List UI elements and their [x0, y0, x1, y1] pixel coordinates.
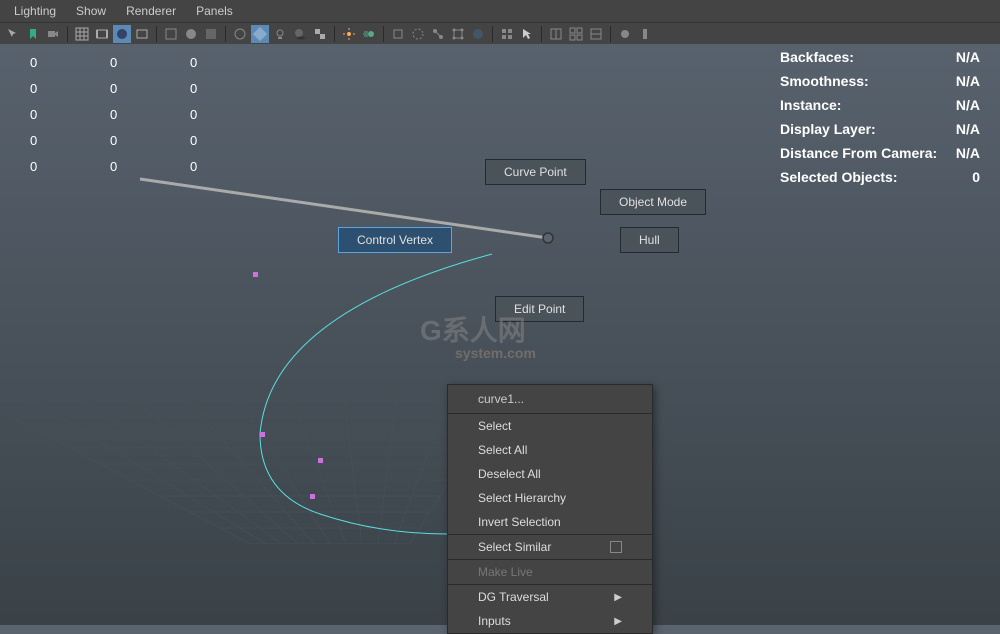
menu-panels[interactable]: Panels — [186, 1, 243, 21]
checker-icon[interactable] — [311, 25, 329, 43]
cell: 0 — [30, 159, 110, 174]
context-dg-traversal[interactable]: DG Traversal▶ — [448, 585, 652, 609]
cell: 0 — [30, 81, 110, 96]
toggle-icon[interactable] — [616, 25, 634, 43]
xray-icon[interactable] — [409, 25, 427, 43]
context-deselect-all[interactable]: Deselect All — [448, 462, 652, 486]
cell: 0 — [30, 107, 110, 122]
info-value: N/A — [940, 97, 980, 121]
info-value: N/A — [940, 145, 980, 169]
depth-icon[interactable] — [469, 25, 487, 43]
cell: 0 — [30, 133, 110, 148]
cell: 0 — [110, 81, 190, 96]
context-select-all[interactable]: Select All — [448, 438, 652, 462]
cell: 0 — [190, 133, 270, 148]
menu-show[interactable]: Show — [66, 1, 116, 21]
cell: 0 — [110, 107, 190, 122]
menubar: Lighting Show Renderer Panels — [0, 0, 1000, 22]
info-label: Backfaces: — [780, 49, 940, 73]
xray-joint-icon[interactable] — [429, 25, 447, 43]
hull-button[interactable]: Hull — [620, 227, 679, 253]
context-select-hierarchy[interactable]: Select Hierarchy — [448, 486, 652, 510]
smooth-shade-icon[interactable] — [251, 25, 269, 43]
context-menu-title: curve1... — [448, 385, 652, 413]
info-label: Distance From Camera: — [780, 145, 940, 169]
cell: 0 — [110, 159, 190, 174]
info-label: Instance: — [780, 97, 940, 121]
grid-icon[interactable] — [73, 25, 91, 43]
cell: 0 — [190, 55, 270, 70]
motion-blur-icon[interactable] — [360, 25, 378, 43]
context-select-similar[interactable]: Select Similar — [448, 535, 652, 559]
expose-icon[interactable] — [498, 25, 516, 43]
context-invert-selection[interactable]: Invert Selection — [448, 510, 652, 534]
data-table: 000 000 000 000 000 — [30, 49, 270, 179]
cell: 0 — [190, 107, 270, 122]
bookmark-icon[interactable] — [24, 25, 42, 43]
info-panel: Backfaces:N/A Smoothness:N/A Instance:N/… — [780, 49, 980, 193]
info-label: Selected Objects: — [780, 169, 940, 193]
panel-layout-icon[interactable] — [587, 25, 605, 43]
control-vertex-button[interactable]: Control Vertex — [338, 227, 452, 253]
submenu-arrow-icon: ▶ — [614, 592, 622, 603]
info-value: N/A — [940, 121, 980, 145]
menu-lighting[interactable]: Lighting — [4, 1, 66, 21]
cell: 0 — [110, 55, 190, 70]
shaded-icon[interactable] — [182, 25, 200, 43]
wireframe-on-shaded-icon[interactable] — [231, 25, 249, 43]
cell: 0 — [110, 133, 190, 148]
textured-icon[interactable] — [202, 25, 220, 43]
edit-point-button[interactable]: Edit Point — [495, 296, 584, 322]
resolution-icon[interactable] — [133, 25, 151, 43]
wireframe-icon[interactable] — [162, 25, 180, 43]
cell: 0 — [190, 159, 270, 174]
info-value: N/A — [940, 49, 980, 73]
curve-point-button[interactable]: Curve Point — [485, 159, 586, 185]
grid-floor — [0, 384, 510, 544]
context-make-live: Make Live — [448, 560, 652, 584]
select-arrow-icon[interactable] — [518, 25, 536, 43]
context-inputs[interactable]: Inputs▶ — [448, 609, 652, 633]
toolbar — [0, 22, 1000, 44]
xray-component-icon[interactable] — [449, 25, 467, 43]
context-select[interactable]: Select — [448, 414, 652, 438]
info-label: Smoothness: — [780, 73, 940, 97]
info-label: Display Layer: — [780, 121, 940, 145]
use-lights-icon[interactable] — [271, 25, 289, 43]
shadows-icon[interactable] — [291, 25, 309, 43]
context-menu: curve1... Select Select All Deselect All… — [447, 384, 653, 634]
gate-mask-icon[interactable] — [113, 25, 131, 43]
info-value: 0 — [940, 169, 980, 193]
cell: 0 — [190, 81, 270, 96]
info-value: N/A — [940, 73, 980, 97]
layout-icon[interactable] — [547, 25, 565, 43]
menu-renderer[interactable]: Renderer — [116, 1, 186, 21]
handle-icon[interactable] — [636, 25, 654, 43]
checkbox-icon — [610, 541, 622, 553]
viewport[interactable]: 000 000 000 000 000 Backfaces:N/A Smooth… — [0, 44, 1000, 625]
camera-icon[interactable] — [44, 25, 62, 43]
isolate-icon[interactable] — [389, 25, 407, 43]
light-icon[interactable] — [340, 25, 358, 43]
cell: 0 — [30, 55, 110, 70]
film-gate-icon[interactable] — [93, 25, 111, 43]
object-mode-button[interactable]: Object Mode — [600, 189, 706, 215]
multi-layout-icon[interactable] — [567, 25, 585, 43]
select-camera-icon[interactable] — [4, 25, 22, 43]
